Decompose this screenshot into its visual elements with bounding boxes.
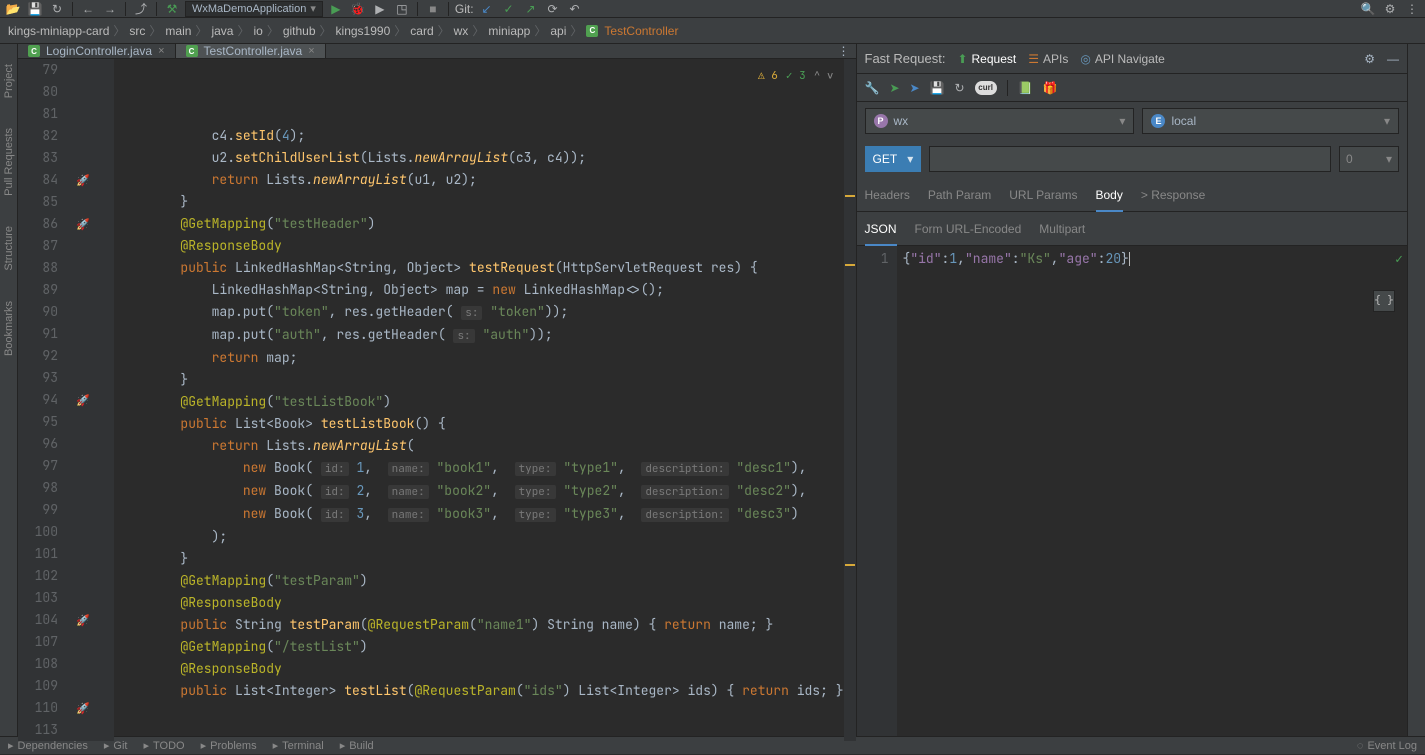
profile-icon[interactable]: ◳: [393, 0, 411, 18]
param-tab-path-param[interactable]: Path Param: [928, 184, 991, 211]
fr-hide-icon[interactable]: —: [1387, 52, 1399, 66]
git-push-icon[interactable]: ↗: [522, 0, 540, 18]
right-tool-rail: [1407, 44, 1425, 736]
run-config-label: WxMaDemoApplication: [192, 3, 306, 15]
fast-request-panel: Fast Request: ⬆Request ☰APIs ◎API Naviga…: [856, 44, 1407, 736]
param-tab-url-params[interactable]: URL Params: [1009, 184, 1077, 211]
git-history-icon[interactable]: ⟳: [544, 0, 562, 18]
git-commit-icon[interactable]: ✓: [500, 0, 518, 18]
tabs-more-icon[interactable]: ⋮: [838, 44, 850, 58]
fr-tab-apis[interactable]: ☰APIs: [1028, 52, 1068, 66]
code-editor[interactable]: 7980818283848586878889909192939495969798…: [18, 59, 856, 741]
param-tabs: Headers Path Param URL Params Body > Respons…: [857, 178, 1407, 212]
ok-indicator[interactable]: ✓ 3: [786, 65, 806, 87]
git-label: Git:: [455, 2, 474, 16]
breadcrumb: kings-miniapp-card〉src〉main〉java〉io〉gith…: [0, 18, 1425, 44]
left-tool-rail: Project Pull Requests Structure Bookmarks: [0, 44, 18, 736]
breadcrumb-wx[interactable]: wx: [454, 24, 469, 38]
settings-icon[interactable]: ⚙: [1381, 0, 1399, 18]
fr-tab-navigate[interactable]: ◎API Navigate: [1080, 52, 1165, 66]
run-configuration[interactable]: WxMaDemoApplication ▾: [185, 1, 323, 17]
rail-project[interactable]: Project: [3, 64, 15, 98]
sync-icon[interactable]: ↻: [48, 0, 66, 18]
breadcrumb-kings-miniapp-card[interactable]: kings-miniapp-card: [8, 24, 109, 38]
env-label: local: [1171, 114, 1196, 128]
git-update-icon[interactable]: ↙: [478, 0, 496, 18]
breadcrumb-kings1990[interactable]: kings1990: [336, 24, 391, 38]
editor-tabs: CLoginController.java×CTestController.ja…: [18, 44, 856, 59]
coverage-icon[interactable]: ▶: [371, 0, 389, 18]
debug-icon[interactable]: 🐞: [349, 0, 367, 18]
breadcrumb-github[interactable]: github: [283, 24, 316, 38]
url-input[interactable]: [929, 146, 1331, 172]
gift-icon[interactable]: 🎁: [1043, 81, 1058, 95]
rail-pull-requests[interactable]: Pull Requests: [3, 128, 15, 196]
format-json-button[interactable]: { }: [1373, 290, 1395, 312]
rail-bookmarks[interactable]: Bookmarks: [3, 301, 15, 356]
breadcrumb-main[interactable]: main: [165, 24, 191, 38]
redo-icon[interactable]: ↻: [955, 81, 965, 95]
send-download-icon[interactable]: ➤: [910, 81, 920, 95]
close-tab-icon[interactable]: ×: [308, 45, 314, 57]
method-label: GET: [873, 152, 898, 166]
tab-LoginController.java[interactable]: CLoginController.java×: [18, 44, 176, 58]
json-editor[interactable]: 1 {"id":1,"name":"Ks","age":20} ✓ { }: [857, 246, 1407, 736]
env-select[interactable]: E local ▾: [1142, 108, 1399, 134]
project-label: wx: [894, 114, 909, 128]
rail-structure[interactable]: Structure: [3, 226, 15, 271]
project-select[interactable]: P wx ▾: [865, 108, 1135, 134]
sub-tab-multipart[interactable]: Multipart: [1039, 218, 1085, 245]
tab-TestController.java[interactable]: CTestController.java×: [176, 44, 326, 58]
json-line-no: 1: [857, 250, 889, 267]
breadcrumb-miniapp[interactable]: miniapp: [488, 24, 530, 38]
param-tab-body[interactable]: Body: [1096, 184, 1123, 212]
body-sub-tabs: JSON Form URL-Encoded Multipart: [857, 212, 1407, 246]
sub-tab-json[interactable]: JSON: [865, 218, 897, 246]
breadcrumb-TestController[interactable]: TestController: [604, 24, 678, 38]
error-stripe[interactable]: [844, 59, 856, 741]
close-tab-icon[interactable]: ×: [158, 45, 164, 57]
breadcrumb-java[interactable]: java: [211, 24, 233, 38]
main-toolbar: 📂 💾 ↻ ← → ⤴ ⚒ WxMaDemoApplication ▾ ▶ 🐞 …: [0, 0, 1425, 18]
stop-icon[interactable]: ■: [424, 0, 442, 18]
search-icon[interactable]: 🔍: [1359, 0, 1377, 18]
more-icon[interactable]: ⋮: [1403, 0, 1421, 18]
send-icon[interactable]: ➤: [889, 81, 899, 95]
warning-indicator[interactable]: ⚠ 6: [758, 65, 778, 87]
fr-toolbar: 🔧 ➤ ➤ 💾 ↻ curl 📗 🎁: [857, 74, 1407, 102]
navigate-icon[interactable]: ⤴: [132, 0, 150, 18]
fr-tab-request[interactable]: ⬆Request: [957, 52, 1016, 66]
save-icon[interactable]: 💾: [26, 0, 44, 18]
back-icon[interactable]: ←: [79, 0, 97, 18]
param-tab-headers[interactable]: Headers: [865, 184, 910, 211]
curl-icon[interactable]: curl: [975, 81, 997, 95]
count-box[interactable]: 0▾: [1339, 146, 1399, 172]
gutter-icons: 🚀🚀🚀🚀🚀: [66, 59, 100, 741]
git-revert-icon[interactable]: ↶: [566, 0, 584, 18]
fast-request-title: Fast Request:: [865, 51, 946, 66]
method-select[interactable]: GET ▾: [865, 146, 922, 172]
save-req-icon[interactable]: 💾: [930, 81, 945, 95]
fr-settings-icon[interactable]: ⚙: [1364, 52, 1375, 66]
forward-icon[interactable]: →: [101, 0, 119, 18]
breadcrumb-api[interactable]: api: [550, 24, 566, 38]
code-content[interactable]: ⚠ 6 ✓ 3 ^ ∨ c4.setId(4); u2.setChildUser…: [114, 59, 844, 741]
open-icon[interactable]: 📂: [4, 0, 22, 18]
hammer-icon[interactable]: ⚒: [163, 0, 181, 18]
doc-icon[interactable]: 📗: [1018, 81, 1033, 95]
line-gutter: 7980818283848586878889909192939495969798…: [18, 59, 66, 741]
param-tab---response[interactable]: > Response: [1141, 184, 1205, 211]
inspection-indicators[interactable]: ⚠ 6 ✓ 3 ^ ∨: [758, 65, 833, 87]
json-valid-icon: ✓: [1395, 250, 1403, 267]
sub-tab-form-url-encoded[interactable]: Form URL-Encoded: [915, 218, 1022, 245]
fold-gutter: [100, 59, 114, 741]
event-log[interactable]: ◌ Event Log: [1357, 740, 1417, 752]
breadcrumb-card[interactable]: card: [410, 24, 433, 38]
breadcrumb-src[interactable]: src: [129, 24, 145, 38]
breadcrumb-io[interactable]: io: [253, 24, 262, 38]
run-icon[interactable]: ▶: [327, 0, 345, 18]
json-content[interactable]: {"id":1,"name":"Ks","age":20}: [897, 246, 1407, 736]
wrench-icon[interactable]: 🔧: [865, 81, 880, 95]
